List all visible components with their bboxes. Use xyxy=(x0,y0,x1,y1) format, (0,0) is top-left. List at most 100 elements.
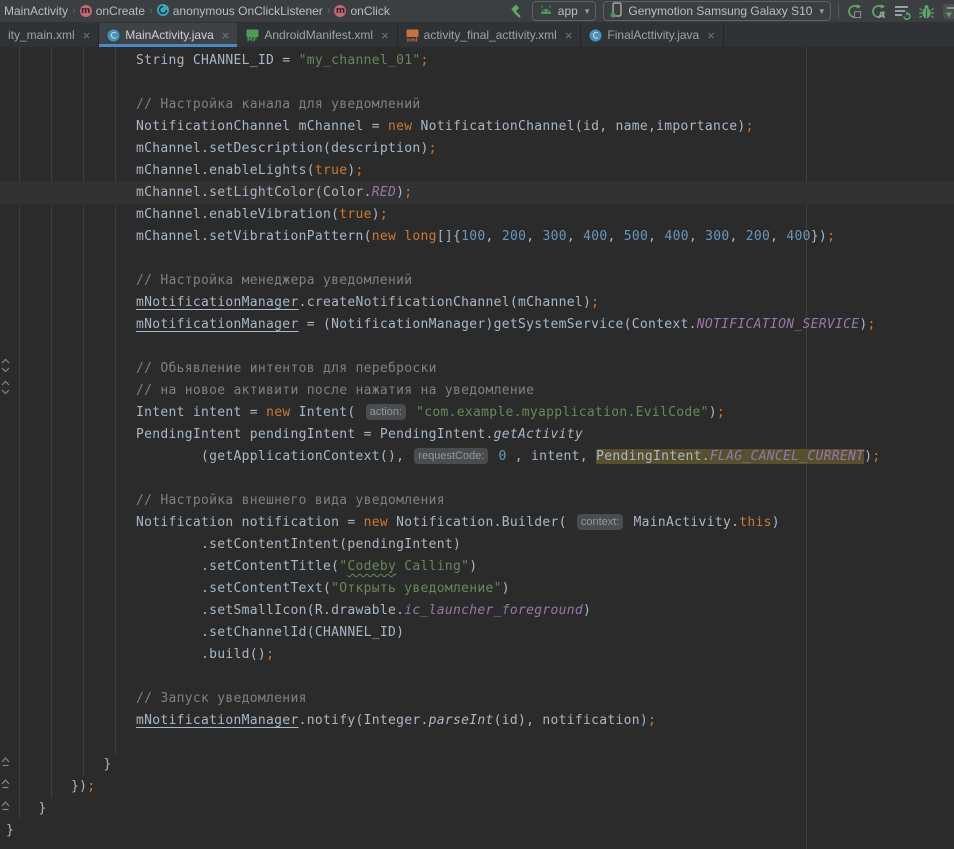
code-line[interactable]: // Настройка менеджера уведомлений xyxy=(0,270,954,292)
close-icon[interactable]: × xyxy=(222,29,230,42)
code-line[interactable]: // Настройка канала для уведомлений xyxy=(0,94,954,116)
code-line[interactable]: mChannel.setVibrationPattern(new long[]{… xyxy=(0,226,954,248)
device-label: Genymotion Samsung Galaxy S10 xyxy=(628,4,812,18)
code-line[interactable]: .setContentTitle("Codeby Calling") xyxy=(0,556,954,578)
svg-text:A: A xyxy=(878,11,885,20)
breadcrumb-item-mainactivity[interactable]: MainActivity xyxy=(4,4,68,18)
code-line[interactable] xyxy=(0,468,954,490)
tab-mainactivity-java[interactable]: C MainActivity.java × xyxy=(99,23,238,47)
code-line[interactable]: // Запуск уведомления xyxy=(0,688,954,710)
anonymous-class-icon xyxy=(157,4,169,19)
breadcrumb-separator: › xyxy=(149,5,153,17)
fold-marker-icon[interactable] xyxy=(1,380,10,400)
close-icon[interactable]: × xyxy=(381,29,389,42)
code-area[interactable]: String CHANNEL_ID = "my_channel_01"; // … xyxy=(0,47,954,842)
code-line[interactable]: } xyxy=(0,754,954,776)
tab-label: ity_main.xml xyxy=(8,28,75,42)
fold-marker-icon[interactable] xyxy=(1,798,10,818)
debug-icon[interactable] xyxy=(918,3,935,20)
code-line[interactable]: mNotificationManager = (NotificationMana… xyxy=(0,314,954,336)
code-line[interactable]: PendingIntent pendingIntent = PendingInt… xyxy=(0,424,954,446)
svg-text:C: C xyxy=(111,31,117,41)
breadcrumb-separator: › xyxy=(72,5,76,17)
run-tasks-icon[interactable] xyxy=(894,3,911,20)
code-line[interactable] xyxy=(0,666,954,688)
code-line[interactable]: } xyxy=(0,820,954,842)
code-line[interactable]: Notification notification = new Notifica… xyxy=(0,512,954,534)
method-icon: m xyxy=(80,5,92,17)
fold-marker-icon[interactable] xyxy=(1,358,10,378)
code-editor: String CHANNEL_ID = "my_channel_01"; // … xyxy=(0,47,954,849)
code-line[interactable]: mChannel.setDescription(description); xyxy=(0,138,954,160)
android-icon xyxy=(539,4,553,18)
code-line[interactable]: mNotificationManager.createNotificationC… xyxy=(0,292,954,314)
breadcrumb: MainActivity›monCreate›anonymous OnClick… xyxy=(0,4,390,19)
breadcrumb-label: onClick xyxy=(350,4,389,18)
code-line[interactable] xyxy=(0,72,954,94)
method-icon: m xyxy=(334,5,346,17)
code-line[interactable]: mChannel.setLightColor(Color.RED); xyxy=(0,182,954,204)
java-class-icon: C xyxy=(107,29,120,42)
tab-activity-final-acttivity-xml[interactable]: xml activity_final_acttivity.xml × xyxy=(398,23,582,47)
code-line[interactable]: .setSmallIcon(R.drawable.ic_launcher_for… xyxy=(0,600,954,622)
code-line[interactable]: mChannel.enableLights(true); xyxy=(0,160,954,182)
profile-icon[interactable] xyxy=(942,3,954,20)
breadcrumb-item-oncreate[interactable]: m onCreate xyxy=(80,4,145,18)
tab-label: MainActivity.java xyxy=(125,28,213,42)
close-icon[interactable]: × xyxy=(707,29,715,42)
code-line[interactable] xyxy=(0,336,954,358)
code-line[interactable]: // Обьявление интентов для переброски xyxy=(0,358,954,380)
build-hammer-icon[interactable] xyxy=(508,3,525,20)
breadcrumb-label: anonymous OnClickListener xyxy=(173,4,323,18)
code-line[interactable] xyxy=(0,248,954,270)
code-line[interactable]: mChannel.enableVibration(true); xyxy=(0,204,954,226)
apply-code-changes-icon[interactable]: A xyxy=(870,3,887,20)
java-class-icon: C xyxy=(589,29,602,42)
manifest-icon: MF xyxy=(246,29,259,42)
code-line[interactable]: // Настройка внешнего вида уведомления xyxy=(0,490,954,512)
code-line[interactable]: mNotificationManager.notify(Integer.pars… xyxy=(0,710,954,732)
breadcrumb-item-anonymous-onclicklistener[interactable]: anonymous OnClickListener xyxy=(157,4,323,19)
chevron-down-icon: ▾ xyxy=(819,6,824,17)
inlay-hint: action: xyxy=(366,404,406,420)
code-line[interactable]: } xyxy=(0,798,954,820)
tab-label: AndroidManifest.xml xyxy=(264,28,373,42)
apply-changes-icon[interactable] xyxy=(846,3,863,20)
breadcrumb-separator: › xyxy=(327,5,331,17)
tab-ity-main-xml[interactable]: ity_main.xml × xyxy=(0,23,99,47)
code-line[interactable]: .setContentIntent(pendingIntent) xyxy=(0,534,954,556)
code-line[interactable]: }); xyxy=(0,776,954,798)
inlay-hint: context: xyxy=(577,514,624,530)
breadcrumb-label: onCreate xyxy=(96,4,145,18)
inlay-hint: requestCode: xyxy=(414,448,488,464)
fold-marker-icon[interactable] xyxy=(1,776,10,796)
code-line[interactable]: .setChannelId(CHANNEL_ID) xyxy=(0,622,954,644)
code-line[interactable]: .build(); xyxy=(0,644,954,666)
tab-finalacttivity-java[interactable]: C FinalActtivity.java × xyxy=(581,23,723,47)
code-line[interactable]: (getApplicationContext(), requestCode: 0… xyxy=(0,446,954,468)
xml-file-icon: xml xyxy=(406,29,419,42)
fold-marker-icon[interactable] xyxy=(1,754,10,774)
code-line[interactable]: String CHANNEL_ID = "my_channel_01"; xyxy=(0,50,954,72)
code-line[interactable] xyxy=(0,732,954,754)
code-line[interactable]: // на новое активити после нажатия на ув… xyxy=(0,380,954,402)
tab-androidmanifest-xml[interactable]: MF AndroidManifest.xml × xyxy=(238,23,397,47)
toolbar-separator xyxy=(838,3,839,19)
chevron-down-icon: ▾ xyxy=(585,6,590,17)
svg-text:xml: xml xyxy=(406,37,417,41)
android-studio-window: MainActivity›monCreate›anonymous OnClick… xyxy=(0,0,954,849)
svg-text:C: C xyxy=(593,31,599,41)
run-config-select[interactable]: app ▾ xyxy=(532,1,597,21)
close-icon[interactable]: × xyxy=(83,29,91,42)
navigation-bar: MainActivity›monCreate›anonymous OnClick… xyxy=(0,0,954,23)
tab-label: FinalActtivity.java xyxy=(607,28,699,42)
code-line[interactable]: Intent intent = new Intent( action: "com… xyxy=(0,402,954,424)
code-line[interactable]: NotificationChannel mChannel = new Notif… xyxy=(0,116,954,138)
device-select[interactable]: Genymotion Samsung Galaxy S10 ▾ xyxy=(603,1,831,21)
run-toolbar: app ▾ Genymotion Samsung Galaxy S10 ▾ xyxy=(508,1,954,21)
tab-label: activity_final_acttivity.xml xyxy=(424,28,557,42)
device-phone-icon xyxy=(610,2,623,21)
close-icon[interactable]: × xyxy=(565,29,573,42)
breadcrumb-item-onclick[interactable]: m onClick xyxy=(334,4,389,18)
code-line[interactable]: .setContentText("Открыть уведомление") xyxy=(0,578,954,600)
